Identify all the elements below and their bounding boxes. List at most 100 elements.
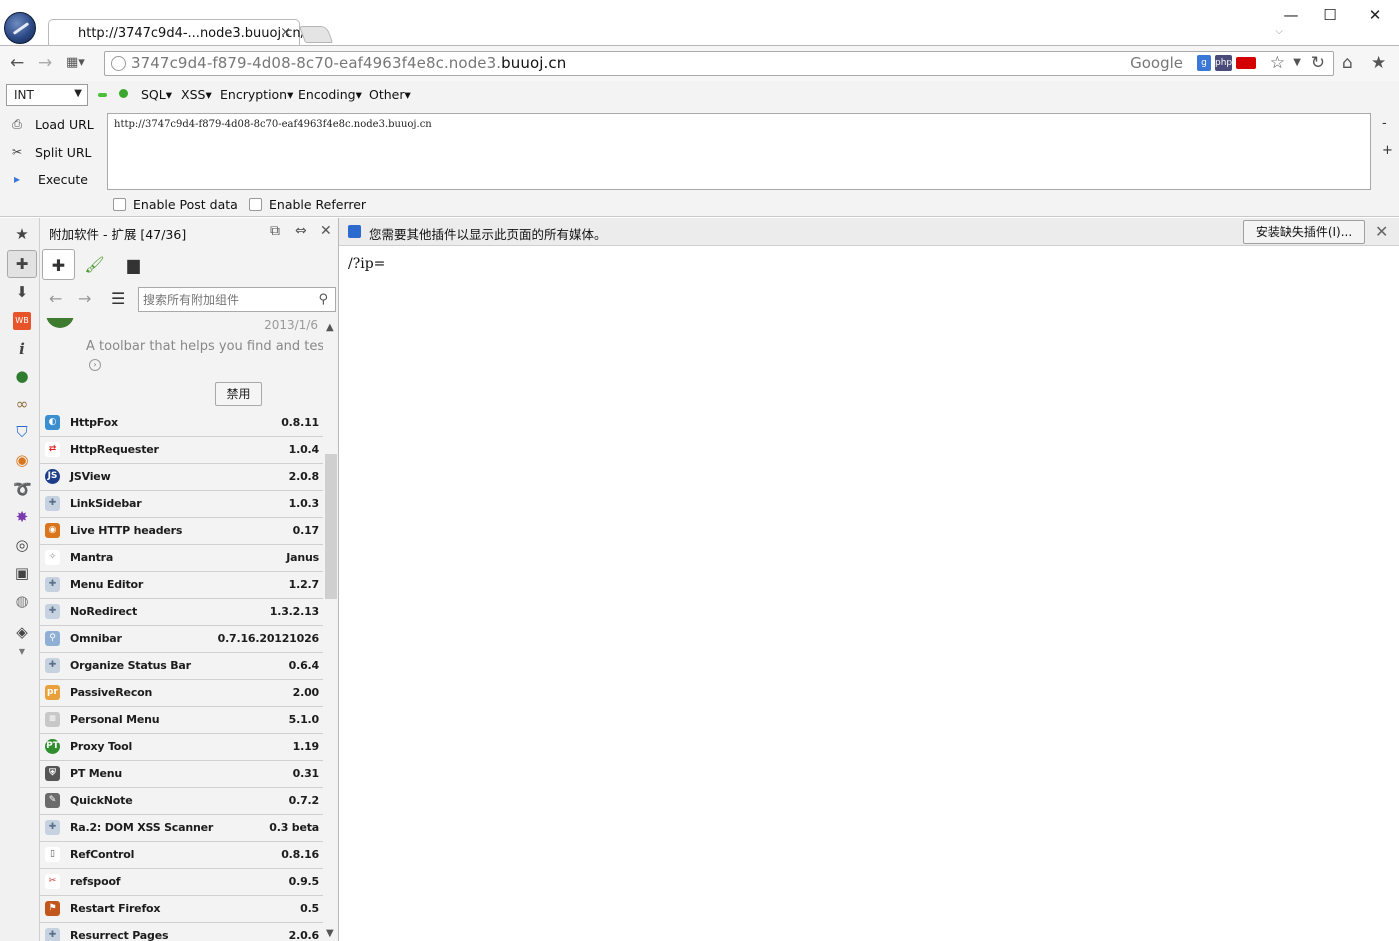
install-plugins-button[interactable]: 安装缺失插件(I)... xyxy=(1243,220,1365,244)
hackbar-url-textarea[interactable]: http://3747c9d4-f879-4d08-8c70-eaf4963f4… xyxy=(107,113,1371,190)
addon-row[interactable]: ✚ Resurrect Pages 2.0.6 xyxy=(40,923,323,941)
green-globe-icon[interactable]: ● xyxy=(13,367,31,385)
menu-xss[interactable]: XSS▾ xyxy=(181,87,212,102)
eraser-icon[interactable]: ◈ xyxy=(13,623,31,641)
star-icon[interactable]: ★ xyxy=(13,225,31,243)
addon-row[interactable]: ≡ Personal Menu 5.1.0 xyxy=(40,707,323,734)
notification-close-icon[interactable]: ✕ xyxy=(1375,222,1388,241)
addon-search-input[interactable] xyxy=(143,291,309,308)
checkbox[interactable] xyxy=(113,198,126,211)
close-window-button[interactable]: ✕ xyxy=(1360,4,1390,26)
panel-scrollbar[interactable]: ▲ ▼ xyxy=(323,318,338,941)
maximize-button[interactable]: ☐ xyxy=(1315,4,1345,26)
browser-logo-icon[interactable] xyxy=(4,12,36,44)
open-in-tab-icon[interactable]: ⧉ xyxy=(270,223,280,239)
int-select[interactable]: INT ▼ xyxy=(6,84,88,106)
url-text[interactable]: 3747c9d4-f879-4d08-8c70-eaf4963f4e8c.nod… xyxy=(131,54,566,72)
panel-close-icon[interactable]: ✕ xyxy=(320,223,332,239)
reload-icon[interactable]: ↻ xyxy=(1311,52,1325,74)
strip-more-chevron-icon[interactable]: ▼ xyxy=(13,643,31,661)
minimize-button[interactable]: — xyxy=(1276,4,1306,26)
bookmark-star-icon[interactable]: ☆ xyxy=(1270,52,1285,74)
extensions-category-button[interactable]: ✚ xyxy=(42,249,75,280)
addon-row[interactable]: ⇄ HttpRequester 1.0.4 xyxy=(40,437,323,464)
menu-encoding[interactable]: Encoding▾ xyxy=(298,87,362,102)
addon-row[interactable]: ◐ HttpFox 0.8.11 xyxy=(40,410,323,437)
addon-row[interactable]: ✚ Organize Status Bar 0.6.4 xyxy=(40,653,323,680)
live-http-icon[interactable]: ◉ xyxy=(13,451,31,469)
split-url-button[interactable]: ✂ Split URL xyxy=(8,142,104,162)
back-arrow-icon[interactable]: ← xyxy=(10,52,24,74)
addon-row[interactable]: ✧ Mantra Janus xyxy=(40,545,323,572)
addon-row[interactable]: ✚ Menu Editor 1.2.7 xyxy=(40,572,323,599)
globe-gray-icon[interactable]: ◍ xyxy=(13,592,31,610)
addon-row[interactable]: ✂ refspoof 0.9.5 xyxy=(40,869,323,896)
load-url-button[interactable]: ⎙ Load URL xyxy=(8,114,104,134)
addon-version: 5.1.0 xyxy=(288,713,320,726)
addon-row[interactable]: JS JSView 2.0.8 xyxy=(40,464,323,491)
addon-row[interactable]: PT Proxy Tool 1.19 xyxy=(40,734,323,761)
addon-row[interactable]: pr PassiveRecon 2.00 xyxy=(40,680,323,707)
select-arrow-icon: ▼ xyxy=(74,88,82,99)
scroll-up-icon[interactable]: ▲ xyxy=(326,322,334,333)
menu-encryption[interactable]: Encryption▾ xyxy=(220,87,293,102)
addon-row[interactable]: ◉ Live HTTP headers 0.17 xyxy=(40,518,323,545)
bookmarks-star-icon[interactable]: ★ xyxy=(1371,52,1386,74)
scroll-down-icon[interactable]: ▼ xyxy=(326,928,334,939)
palette-icon[interactable]: ◎ xyxy=(13,536,31,554)
google-badge-icon[interactable]: g xyxy=(1197,55,1211,71)
checkbox[interactable] xyxy=(249,198,262,211)
addon-row[interactable]: ✎ QuickNote 0.7.2 xyxy=(40,788,323,815)
addon-search-box[interactable]: ⚲ xyxy=(138,287,336,312)
plus-icon[interactable] xyxy=(119,89,128,98)
menu-other[interactable]: Other▾ xyxy=(369,87,411,102)
home-icon[interactable]: ⌂ xyxy=(1342,52,1353,74)
more-info-icon[interactable]: › xyxy=(89,359,101,371)
url-bar[interactable]: 3747c9d4-f879-4d08-8c70-eaf4963f4e8c.nod… xyxy=(104,51,1334,76)
layout-icon[interactable]: ▣ xyxy=(13,564,31,582)
swap-arrows-icon[interactable]: ⇔ xyxy=(295,223,307,239)
menu-sql[interactable]: SQL▾ xyxy=(141,87,172,102)
tab-list-chevron-icon[interactable]: ⌵ xyxy=(1275,26,1283,37)
flag-icon[interactable] xyxy=(1236,57,1256,69)
execute-button[interactable]: ▸ Execute xyxy=(8,169,104,189)
search-engine-label[interactable]: Google xyxy=(1130,54,1183,72)
new-tab-button[interactable] xyxy=(298,26,334,43)
addon-row[interactable]: ▯ RefControl 0.8.16 xyxy=(40,842,323,869)
forward-arrow-icon[interactable]: → xyxy=(38,52,52,74)
addon-row[interactable]: ✚ NoRedirect 1.3.2.13 xyxy=(40,599,323,626)
addon-row[interactable]: ⚑ Restart Firefox 0.5 xyxy=(40,896,323,923)
tab-close-icon[interactable]: × xyxy=(280,25,291,40)
shrink-button[interactable]: - xyxy=(1382,116,1387,131)
hackbar-body: ⎙ Load URL ✂ Split URL ▸ Execute http://… xyxy=(0,111,1399,217)
spiral-icon[interactable]: ➰ xyxy=(13,480,32,498)
virus-icon[interactable]: ✸ xyxy=(13,508,31,526)
appearance-brush-icon[interactable]: 🖌 xyxy=(78,249,111,280)
puzzle-icon[interactable]: ✚ xyxy=(13,255,31,273)
panel-forward-icon[interactable]: → xyxy=(78,289,91,308)
plugins-box-icon[interactable]: ▆ xyxy=(117,249,150,280)
info-icon[interactable]: i xyxy=(13,340,31,358)
filter-icon[interactable]: ⛉ xyxy=(13,423,31,441)
addon-row[interactable]: ✚ Ra.2: DOM XSS Scanner 0.3 beta xyxy=(40,815,323,842)
php-badge-icon[interactable]: php xyxy=(1215,55,1232,71)
addon-row[interactable]: ⛨ PT Menu 0.31 xyxy=(40,761,323,788)
expanded-addon-item[interactable]: 2013/1/6 A toolbar that helps you find a… xyxy=(40,318,323,410)
page-content: 您需要其他插件以显示此页面的所有媒体。 安装缺失插件(I)... ✕ /?ip= xyxy=(339,218,1399,941)
scroll-thumb[interactable] xyxy=(325,454,337,599)
mantra-icon: ✧ xyxy=(45,550,60,565)
addon-row[interactable]: ⚲ Omnibar 0.7.16.20121026 xyxy=(40,626,323,653)
binoculars-icon[interactable]: ∞ xyxy=(13,395,31,413)
expand-button[interactable]: + xyxy=(1382,143,1393,158)
minus-icon[interactable] xyxy=(98,93,107,97)
tab-active[interactable]: http://3747c9d4-...node3.buuoj.cn/ × xyxy=(48,19,305,46)
disable-addon-button[interactable]: 禁用 xyxy=(215,382,262,406)
panel-back-icon[interactable]: ← xyxy=(49,289,62,308)
grid-menu-icon[interactable]: ▦▾ xyxy=(66,52,85,74)
dropdown-chevron-icon[interactable]: ▼ xyxy=(1293,52,1301,74)
addon-row[interactable]: ✚ LinkSidebar 1.0.3 xyxy=(40,491,323,518)
wb-icon[interactable]: WB xyxy=(13,312,31,330)
search-icon[interactable]: ⚲ xyxy=(318,292,328,307)
download-arrow-icon[interactable]: ⬇ xyxy=(13,283,31,301)
hamburger-menu-icon[interactable]: ☰ xyxy=(111,289,125,308)
